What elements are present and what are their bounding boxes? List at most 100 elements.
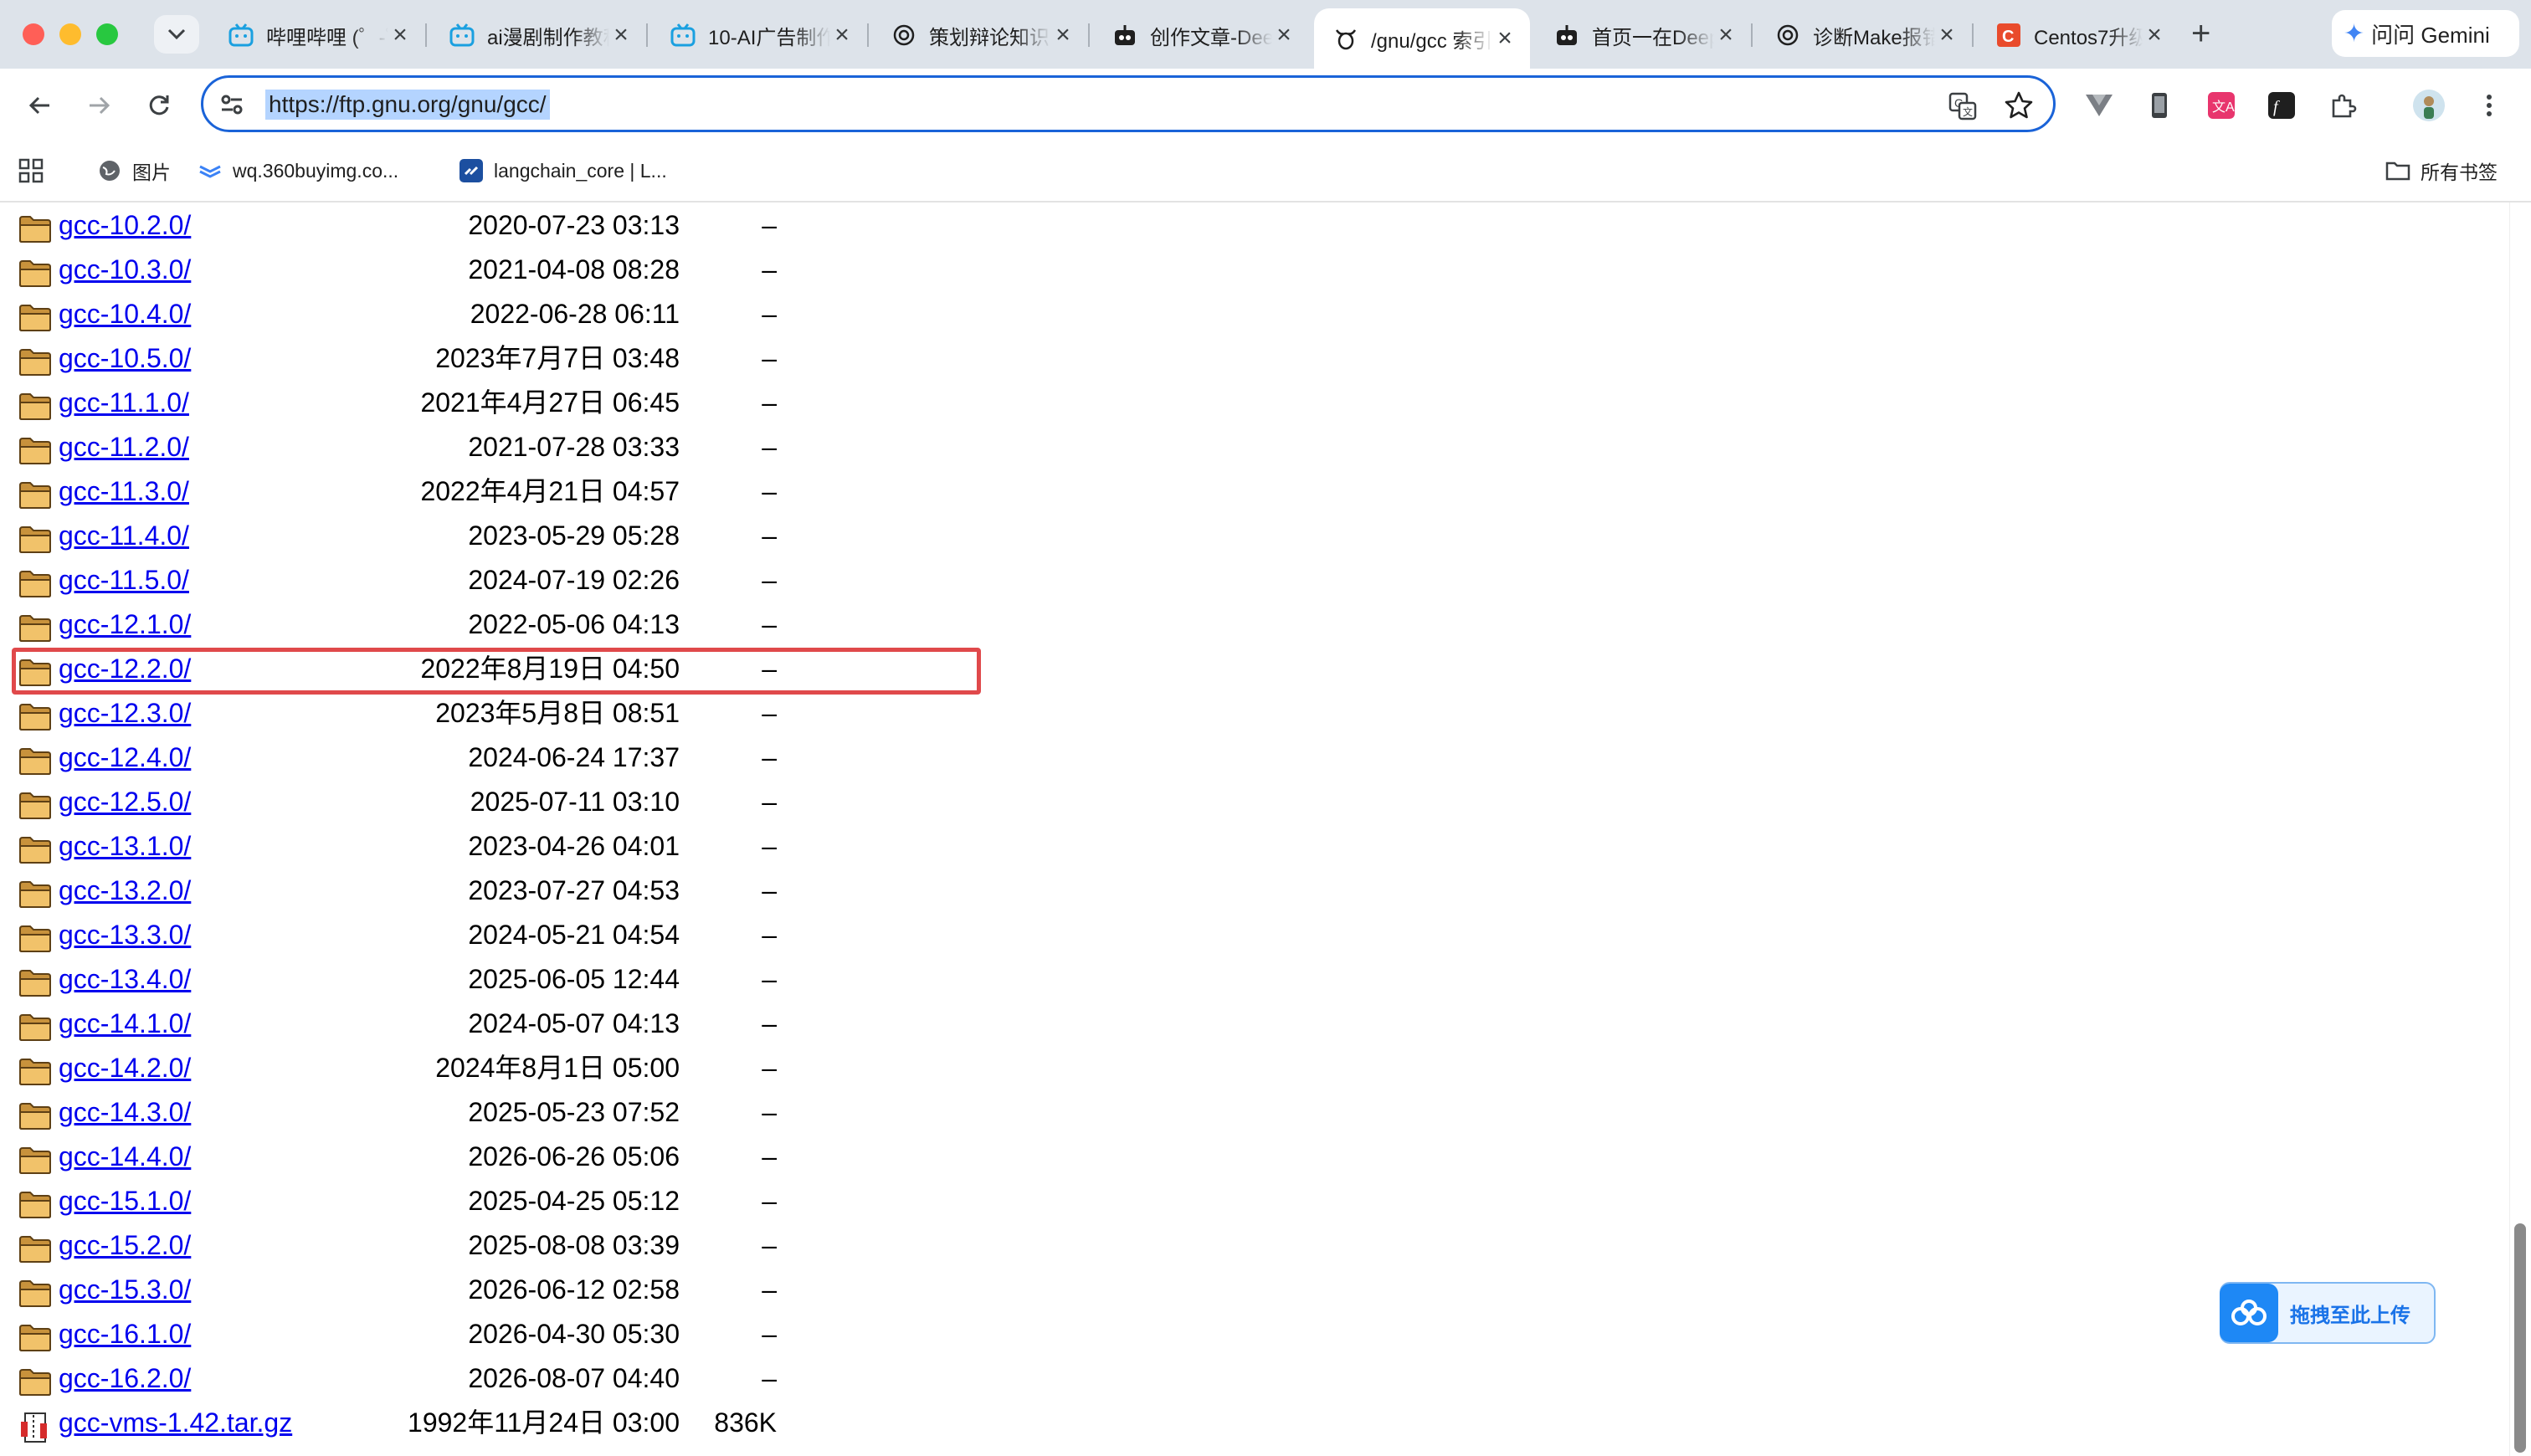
entry-date: 2025-05-23 07:52 [468,1097,680,1127]
folder-icon [18,569,52,597]
folder-icon [18,1279,52,1307]
extensions-puzzle-icon[interactable] [2325,87,2362,124]
gemini-button[interactable]: ✦ 问问 Gemini [2332,10,2519,57]
translate-icon[interactable]: G文 [1948,91,1978,121]
entry-link[interactable]: gcc-14.3.0/ [59,1096,191,1128]
profile-avatar[interactable] [2410,87,2447,124]
reload-button[interactable] [141,87,177,124]
folder-icon [18,436,52,464]
listing-row: gcc-11.1.0/2021年4月27日 06:45 – [0,380,1004,424]
directory-listing: gcc-10.2.0/2020-07-23 03:13– gcc-10.3.0/2… [0,203,2509,1456]
browser-tab[interactable]: 诊断Make报错 × [1756,12,1972,59]
browser-tab[interactable]: 哔哩哔哩 (゜-゜)つロ 干杯~-bilibili× [209,12,425,59]
entry-link[interactable]: gcc-14.1.0/ [59,1007,191,1039]
extension-vue-icon[interactable] [2081,87,2118,124]
entry-link[interactable]: gcc-11.1.0/ [59,387,189,418]
address-bar[interactable]: https://ftp.gnu.org/gnu/gcc/ G文 [201,75,2056,132]
folder-icon [18,1367,52,1396]
browser-tab[interactable]: 10-AI广告制作 × [651,12,867,59]
tab-separator [867,23,869,47]
minimize-window-button[interactable] [59,23,81,45]
close-tab-icon[interactable]: × [388,21,412,49]
close-tab-icon[interactable]: × [1272,21,1296,49]
bookmark-item[interactable]: wq.360buyimg.co... [198,156,398,186]
browser-tab[interactable]: 创作文章-DeepSeek× [1093,12,1309,59]
extension-translate-icon[interactable]: 文A [2203,87,2240,124]
entry-link[interactable]: gcc-10.4.0/ [59,298,191,330]
entry-link[interactable]: gcc-10.2.0/ [59,209,191,241]
url-text[interactable]: https://ftp.gnu.org/gnu/gcc/ [265,90,550,120]
browser-tab[interactable]: C Centos7升级gcc× [1977,12,2179,59]
folder-icon [18,1057,52,1085]
browser-tab[interactable]: 策划辩论知识 × [872,12,1088,59]
close-tab-icon[interactable]: × [2143,21,2166,49]
entry-link[interactable]: gcc-14.4.0/ [59,1141,191,1172]
close-tab-icon[interactable]: × [830,21,854,49]
entry-link[interactable]: gcc-vms-1.42.tar.gz [59,1407,292,1438]
entry-date: 2021-07-28 03:33 [468,432,680,462]
tab-title: 首页一在DeepSeek [1592,26,1714,49]
site-settings-icon[interactable] [218,91,245,118]
bookmark-star-icon[interactable] [2003,90,2035,121]
listing-row: gcc-14.1.0/2024-05-07 04:13 – [0,1001,1004,1045]
openai-icon [891,22,917,49]
baidu-cloud-icon [2220,1284,2278,1342]
close-window-button[interactable] [23,23,44,45]
entry-link[interactable]: gcc-15.3.0/ [59,1274,191,1305]
forward-button[interactable] [80,87,117,124]
upload-drop-zone[interactable]: 拖拽至此上传 [2220,1282,2436,1344]
tab-title: 创作文章-DeepSeek [1150,26,1272,49]
entry-link[interactable]: gcc-11.4.0/ [59,520,189,551]
entry-link[interactable]: gcc-10.3.0/ [59,254,191,285]
close-tab-icon[interactable]: × [1714,21,1738,49]
entry-date: 1992年11月24日 03:00 [408,1407,680,1438]
entry-link[interactable]: gcc-13.2.0/ [59,874,191,906]
scrollbar-thumb[interactable] [2514,1223,2526,1453]
entry-link[interactable]: gcc-13.4.0/ [59,963,191,995]
entry-link[interactable]: gcc-12.3.0/ [59,697,191,729]
more-menu-icon[interactable] [2471,87,2508,124]
entry-size: – [762,1230,777,1260]
close-tab-icon[interactable]: × [1051,21,1075,49]
entry-link[interactable]: gcc-12.1.0/ [59,608,191,640]
listing-row: gcc-14.4.0/2026-06-26 05:06 – [0,1134,1004,1178]
entry-link[interactable]: gcc-11.5.0/ [59,564,189,596]
folder-icon [18,1146,52,1174]
entry-date: 2024-07-19 02:26 [468,565,680,595]
browser-tab[interactable]: 首页一在DeepSeek× [1535,12,1751,59]
entry-link[interactable]: gcc-12.5.0/ [59,786,191,818]
back-button[interactable] [22,87,59,124]
entry-date: 2023-05-29 05:28 [468,520,680,551]
entry-link[interactable]: gcc-16.2.0/ [59,1362,191,1394]
browser-tab[interactable]: /gnu/gcc 索引 × [1314,8,1530,69]
all-bookmarks-button[interactable]: 所有书签 [2385,156,2498,186]
entry-link[interactable]: gcc-13.1.0/ [59,830,191,862]
listing-row: gcc-16.1.0/2026-04-30 05:30 – [0,1311,1004,1356]
close-tab-icon[interactable]: × [609,21,633,49]
apps-grid-icon[interactable] [18,156,44,186]
extension-phone-icon[interactable] [2141,87,2178,124]
entry-link[interactable]: gcc-13.3.0/ [59,919,191,951]
close-tab-icon[interactable]: × [1493,24,1517,53]
listing-row: gcc-10.5.0/2023年7月7日 03:48 – [0,336,1004,380]
maximize-window-button[interactable] [96,23,118,45]
tab-search-button[interactable] [154,15,199,54]
gemini-sparkle-icon: ✦ [2344,19,2365,48]
entry-size: – [762,609,777,639]
entry-link[interactable]: gcc-14.2.0/ [59,1052,191,1084]
extension-formula-icon[interactable]: f [2263,87,2300,124]
entry-link[interactable]: gcc-10.5.0/ [59,342,191,374]
toolbar: https://ftp.gnu.org/gnu/gcc/ G文 文A f [0,69,2531,142]
close-tab-icon[interactable]: × [1935,21,1959,49]
tab-separator [425,23,427,47]
entry-link[interactable]: gcc-15.2.0/ [59,1229,191,1261]
browser-tab[interactable]: ai漫剧制作教程× [430,12,646,59]
entry-link[interactable]: gcc-16.1.0/ [59,1318,191,1350]
bookmark-item[interactable]: langchain_core | L... [459,156,667,186]
bookmark-item[interactable]: 图片 [97,156,171,186]
entry-link[interactable]: gcc-11.2.0/ [59,431,189,463]
entry-link[interactable]: gcc-15.1.0/ [59,1185,191,1217]
entry-link[interactable]: gcc-12.4.0/ [59,741,191,773]
entry-link[interactable]: gcc-11.3.0/ [59,475,189,507]
new-tab-button[interactable]: + [2191,17,2210,50]
